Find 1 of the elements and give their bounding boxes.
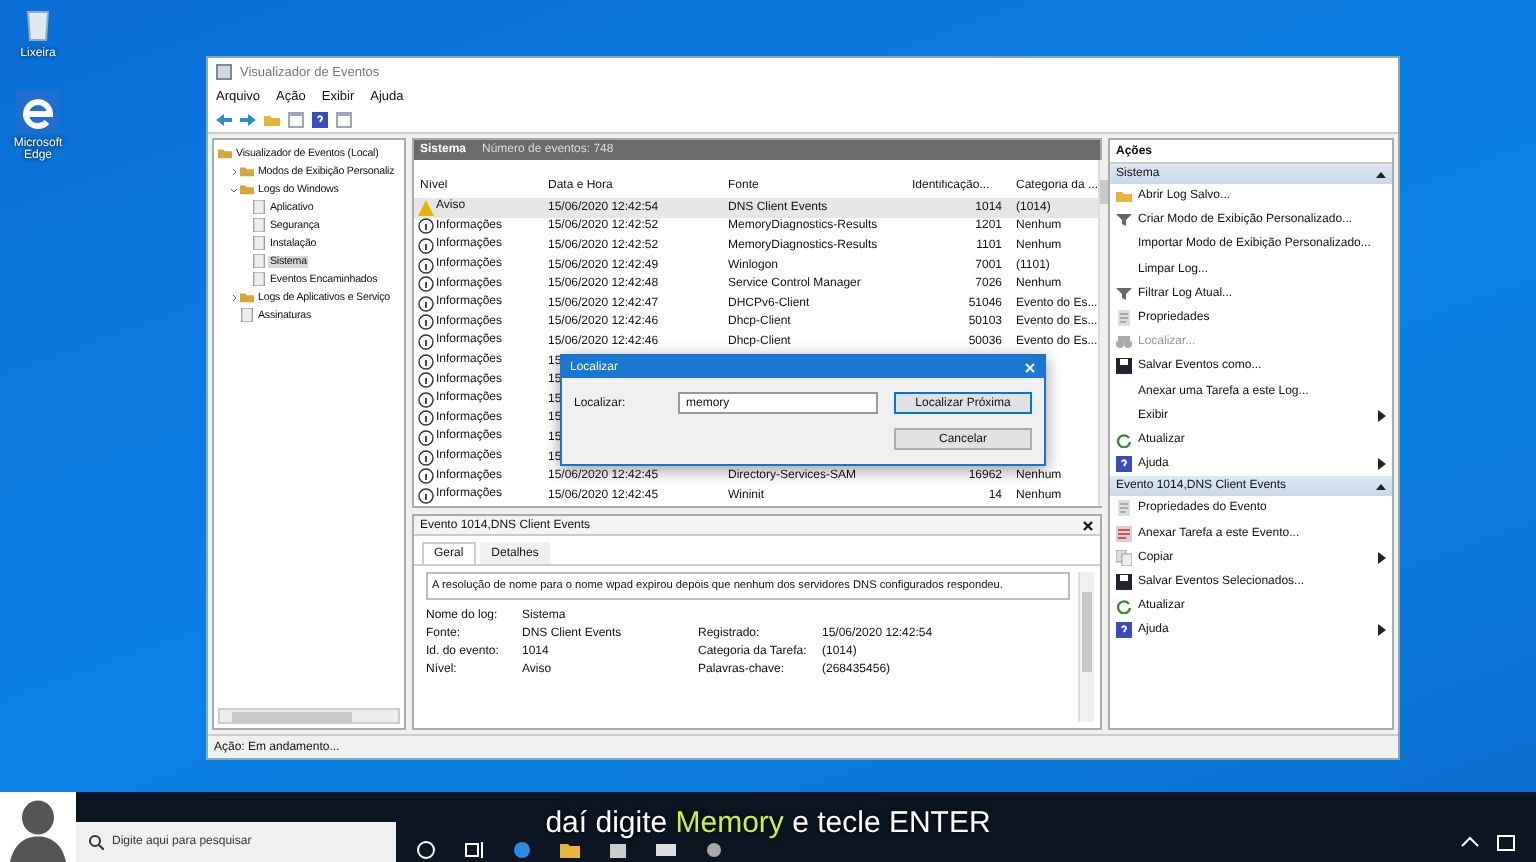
subtitle: daí digite Memory e tecle ENTER	[545, 808, 991, 838]
